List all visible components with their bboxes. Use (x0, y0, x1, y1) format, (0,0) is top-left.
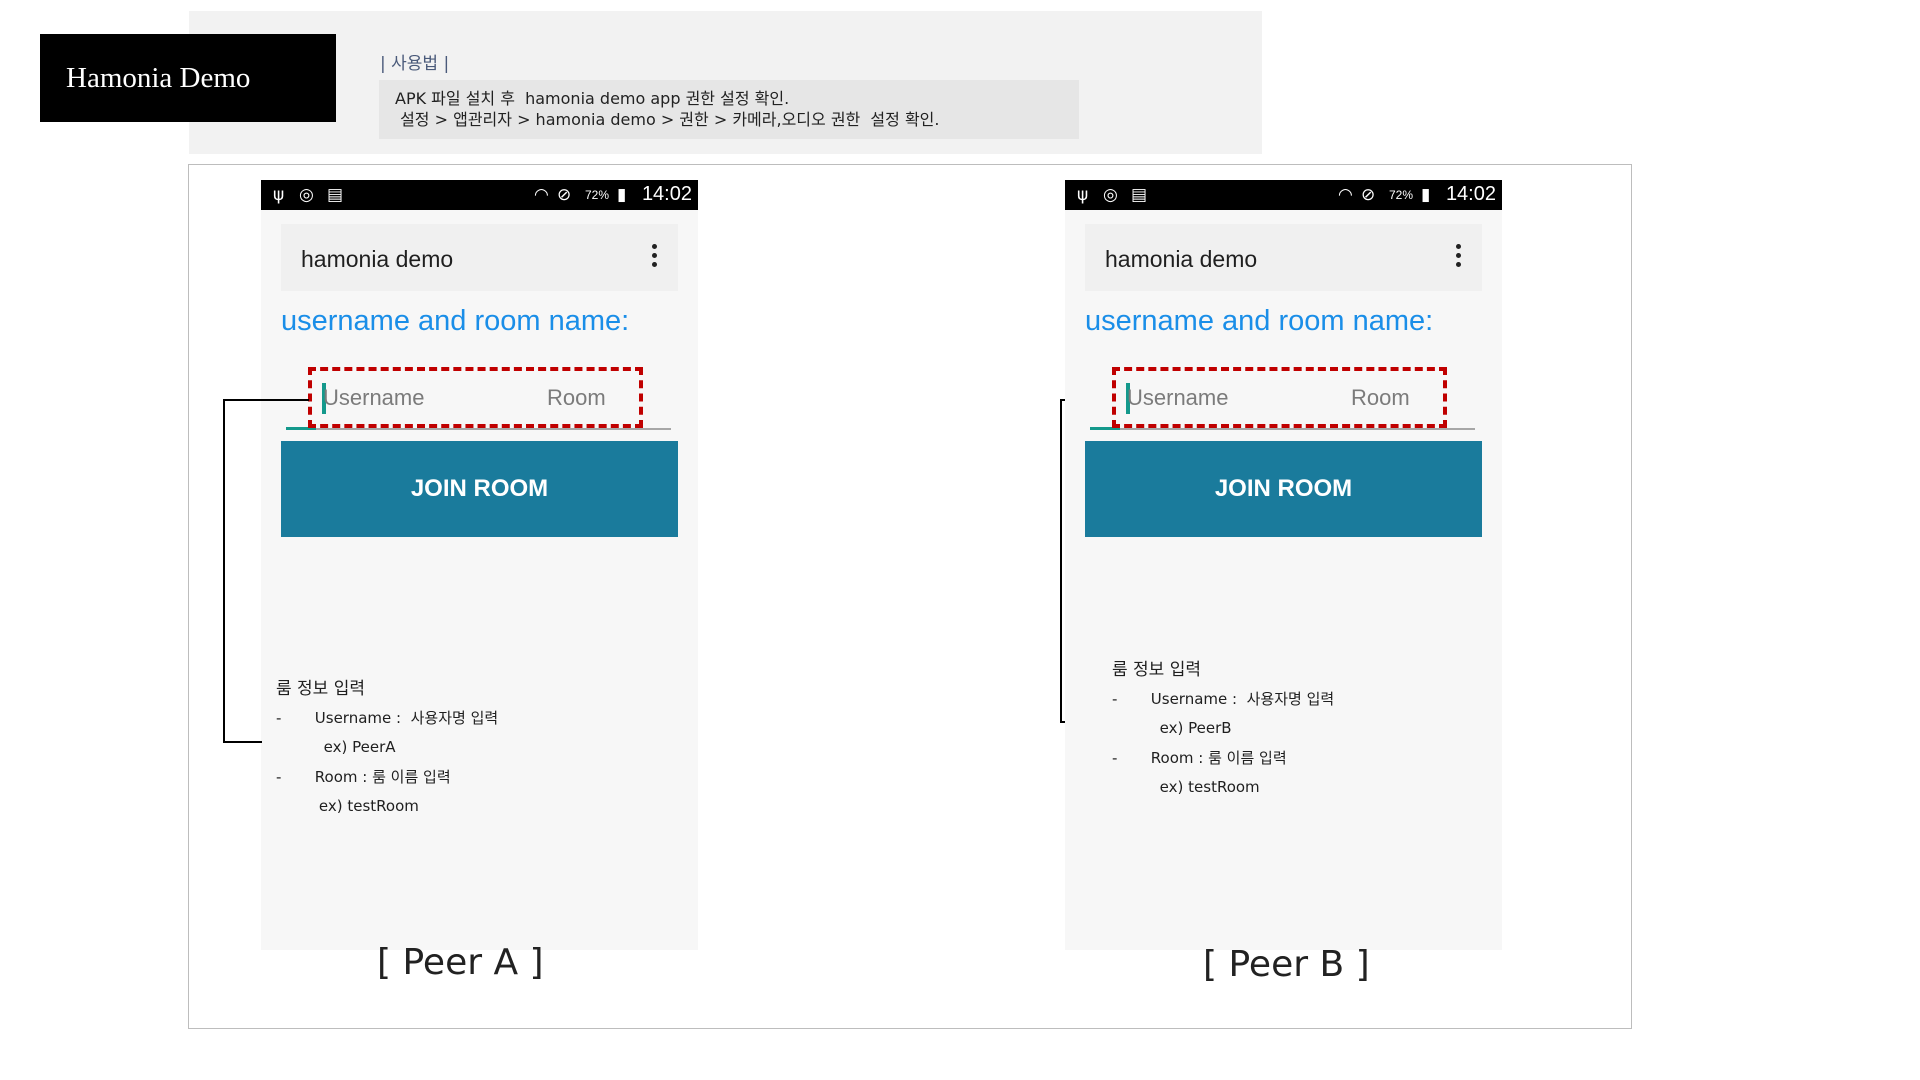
no-sign-icon: ⊘ (1361, 185, 1376, 205)
note-line: - Username : 사용자명 입력 (276, 709, 499, 727)
note-title: 룸 정보 입력 (276, 679, 366, 699)
wifi-icon: ◠ (1338, 185, 1353, 205)
annotation-connectors (223, 399, 1115, 743)
note-line: - Username : 사용자명 입력 (1112, 690, 1335, 708)
note-line: - Room : 룸 이름 입력 (1112, 749, 1287, 767)
usb-icon: ψ (1077, 185, 1089, 205)
battery-icon: ▮ (1421, 185, 1431, 205)
caption-peer-a: [ Peer A ] (377, 942, 544, 983)
room-info-note-peer-a: 룸 정보 입력 - Username : 사용자명 입력 ex) PeerA -… (276, 674, 498, 815)
caption-peer-b: [ Peer B ] (1203, 944, 1370, 985)
app-title: hamonia demo (1105, 246, 1258, 272)
sync-icon: ◎ (1103, 185, 1118, 205)
note-line: - Room : 룸 이름 입력 (276, 768, 451, 786)
input-highlight-box (1112, 367, 1447, 428)
phone-screen-peer-b: ψ ◎ ▤ ◠ ⊘ 72% ▮ 14:02 hamonia demo usern… (1065, 180, 1502, 950)
overflow-menu-icon[interactable] (1454, 244, 1462, 270)
battery-percent: 72% (1389, 188, 1414, 202)
app-bar: hamonia demo (1085, 224, 1482, 291)
note-line: ex) PeerB (1112, 719, 1232, 737)
note-line: ex) PeerA (276, 738, 396, 756)
room-info-note-peer-b: 룸 정보 입력 - Username : 사용자명 입력 ex) PeerB -… (1112, 655, 1334, 796)
input-underline (1090, 428, 1475, 430)
status-time: 14:02 (1445, 183, 1496, 205)
join-room-button[interactable]: JOIN ROOM (1085, 441, 1482, 537)
note-title: 룸 정보 입력 (1112, 660, 1202, 680)
prompt-label: username and room name: (1085, 305, 1434, 337)
note-line: ex) testRoom (1112, 778, 1260, 796)
note-line: ex) testRoom (276, 797, 419, 815)
sim-icon: ▤ (1131, 185, 1148, 205)
status-bar: ψ ◎ ▤ ◠ ⊘ 72% ▮ 14:02 (1065, 180, 1502, 210)
